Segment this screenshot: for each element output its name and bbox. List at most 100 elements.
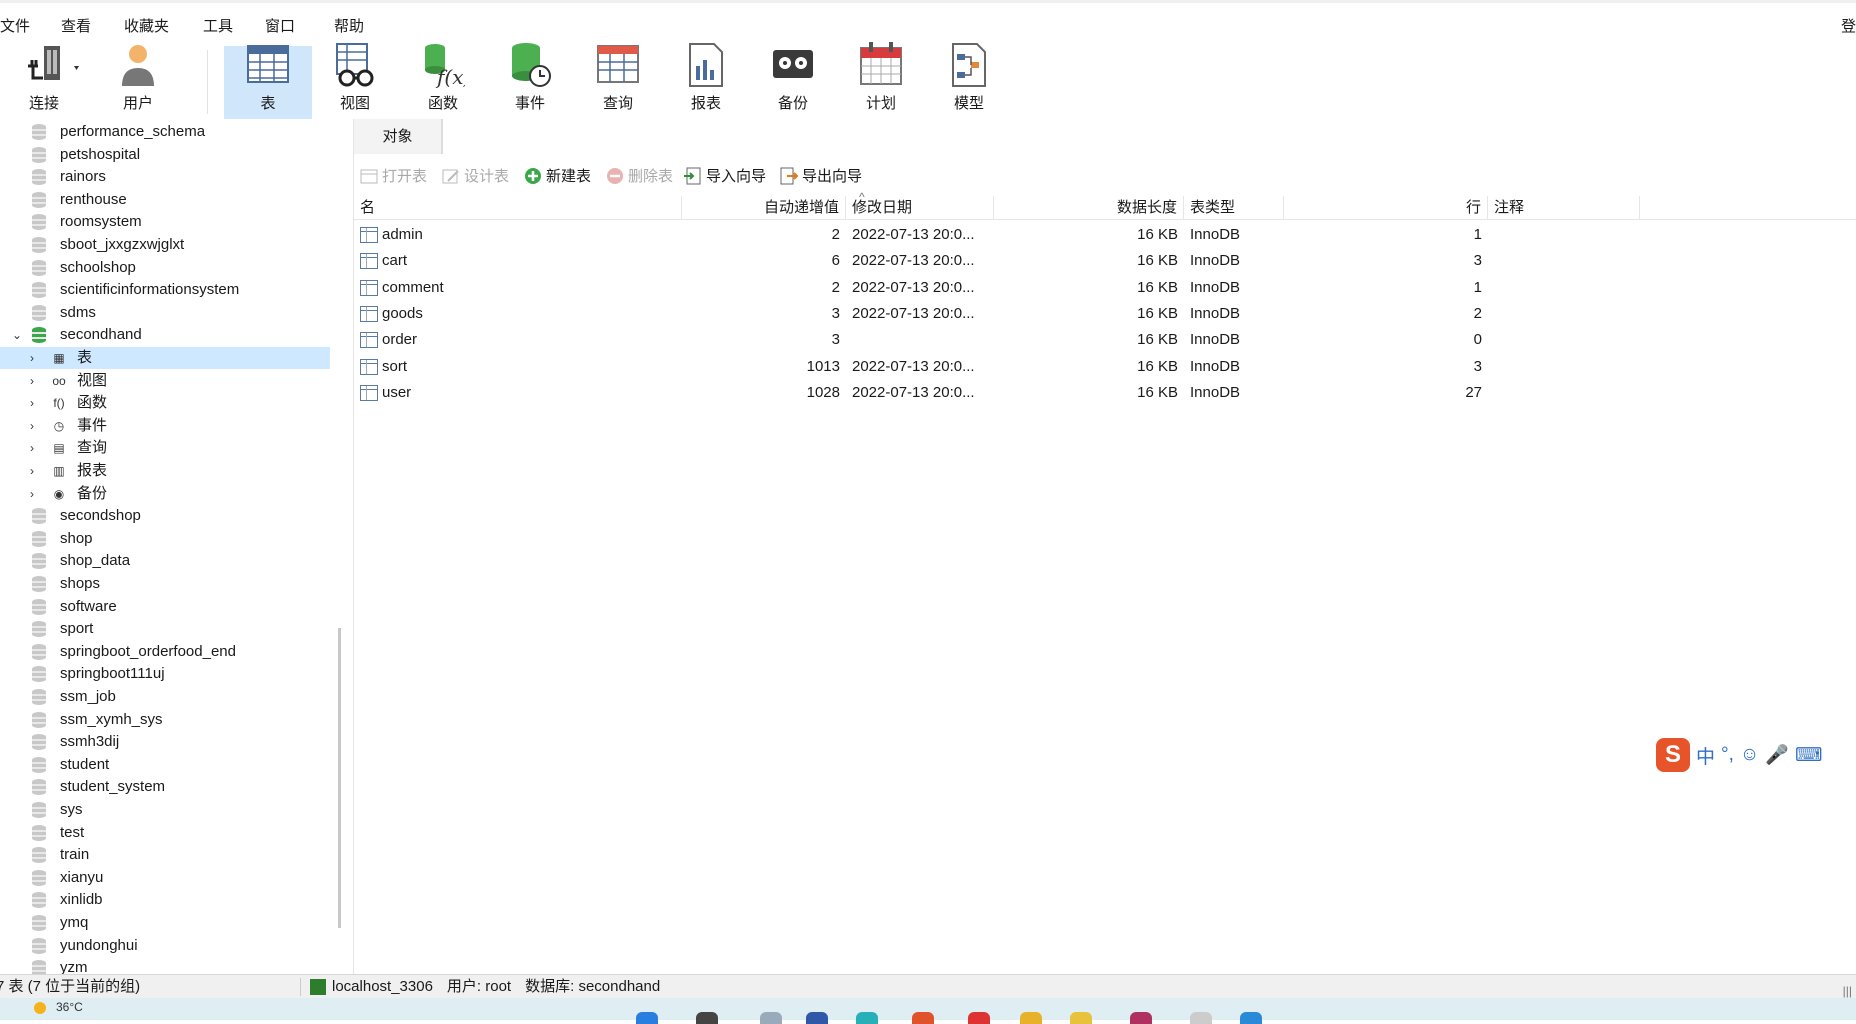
taskbar-app-icon[interactable] — [968, 1012, 990, 1024]
navicat-icon[interactable] — [1070, 1012, 1092, 1024]
chevron-right-icon[interactable]: › — [30, 415, 42, 437]
tree-object-group[interactable]: › ▦ 表 — [0, 347, 330, 369]
function-button[interactable]: f(x) 函数 — [408, 44, 478, 119]
report-button[interactable]: 报表 — [670, 43, 742, 119]
menu-window[interactable]: 窗口 — [265, 15, 295, 36]
tab-objects[interactable]: 对象 — [354, 119, 442, 154]
ime-mode[interactable]: 中 — [1696, 742, 1715, 769]
import-wizard-button[interactable]: 导入向导 — [684, 165, 766, 186]
tree-database-item[interactable]: springboot111uj — [0, 663, 330, 685]
backup-button[interactable]: 备份 — [758, 46, 828, 119]
tree-scrollbar[interactable] — [338, 628, 341, 928]
col-rows[interactable]: 行 — [1284, 196, 1488, 220]
taskbar-app-icon[interactable] — [760, 1012, 782, 1024]
tree-database-item[interactable]: performance_schema — [0, 121, 330, 143]
tree-object-group[interactable]: › ▤ 查询 — [0, 437, 330, 459]
table-row[interactable]: user 1028 2022-07-13 20:0... 16 KB InnoDB 27 — [354, 380, 1856, 406]
delete-table-button[interactable]: 删除表 — [606, 165, 673, 186]
col-name[interactable]: 名 — [354, 196, 682, 220]
taskbar-app-icon[interactable] — [806, 1012, 828, 1024]
tree-database-item[interactable]: yzm — [0, 957, 330, 974]
menu-view[interactable]: 查看 — [61, 15, 91, 36]
emoji-icon[interactable]: ☺ — [1740, 744, 1759, 766]
tree-object-group[interactable]: › ◷ 事件 — [0, 415, 330, 437]
tree-database-item[interactable]: renthouse — [0, 189, 330, 211]
table-row[interactable]: goods 3 2022-07-13 20:0... 16 KB InnoDB 2 — [354, 301, 1856, 327]
tree-object-group[interactable]: › ▥ 报表 — [0, 460, 330, 482]
microphone-icon[interactable]: 🎤 — [1765, 743, 1789, 767]
tree-database-item[interactable]: sboot_jxxgzxwjglxt — [0, 234, 330, 256]
keyboard-icon[interactable]: ⌨ — [1795, 744, 1822, 767]
tree-database-item[interactable]: scientificinformationsystem — [0, 279, 330, 301]
new-table-button[interactable]: 新建表 — [524, 165, 591, 186]
export-wizard-button[interactable]: 导出向导 — [780, 165, 862, 186]
tree-database-item[interactable]: train — [0, 844, 330, 866]
col-modified-date[interactable]: 修改日期 — [846, 196, 994, 220]
tree-object-group[interactable]: › ◉ 备份 — [0, 483, 330, 505]
tree-database-item[interactable]: petshospital — [0, 144, 330, 166]
menu-file[interactable]: 文件 — [0, 15, 30, 36]
folder-icon[interactable] — [1020, 1012, 1042, 1024]
tree-database-item[interactable]: rainors — [0, 166, 330, 188]
chevron-right-icon[interactable]: › — [30, 370, 42, 392]
taskbar-app-icon[interactable] — [1190, 1012, 1212, 1024]
chrome-icon[interactable] — [912, 1012, 934, 1024]
user-button[interactable]: 用户 — [100, 45, 176, 119]
table-row[interactable]: admin 2 2022-07-13 20:0... 16 KB InnoDB 1 — [354, 222, 1856, 248]
chevron-right-icon[interactable]: › — [30, 392, 42, 414]
design-table-button[interactable]: 设计表 — [442, 165, 509, 186]
taskbar-app-icon[interactable] — [1240, 1012, 1262, 1024]
tree-database-item[interactable]: yundonghui — [0, 935, 330, 957]
tree-database-item[interactable]: software — [0, 596, 330, 618]
ime-punct[interactable]: °, — [1721, 744, 1734, 766]
tree-database-item[interactable]: ssm_xymh_sys — [0, 709, 330, 731]
tree-database-item[interactable]: ssm_job — [0, 686, 330, 708]
tree-database-item[interactable]: test — [0, 822, 330, 844]
schedule-button[interactable]: 计划 — [846, 42, 916, 119]
model-button[interactable]: 模型 — [934, 43, 1004, 119]
tree-database-item[interactable]: student_system — [0, 776, 330, 798]
chevron-down-icon[interactable]: ⌄ — [12, 324, 24, 346]
view-button[interactable]: 视图 — [320, 43, 390, 119]
tree-database-open[interactable]: ⌄ secondhand — [0, 324, 330, 346]
chevron-right-icon[interactable]: › — [30, 483, 42, 505]
search-icon[interactable] — [696, 1012, 718, 1024]
tree-database-item[interactable]: shops — [0, 573, 330, 595]
tree-database-item[interactable]: secondshop — [0, 505, 330, 527]
table-button[interactable]: 表 — [224, 45, 312, 119]
tree-database-item[interactable]: xianyu — [0, 867, 330, 889]
table-row[interactable]: sort 1013 2022-07-13 20:0... 16 KB InnoDB 3 — [354, 354, 1856, 380]
start-icon[interactable] — [636, 1012, 658, 1024]
tree-database-item[interactable]: student — [0, 754, 330, 776]
connect-button[interactable]: 连接 — [0, 46, 88, 119]
tree-database-item[interactable]: roomsystem — [0, 211, 330, 233]
tree-database-item[interactable]: shop_data — [0, 550, 330, 572]
database-tree[interactable]: performance_schema petshospital rainors ren… — [0, 119, 330, 974]
table-row[interactable]: order 3 16 KB InnoDB 0 — [354, 327, 1856, 353]
chevron-right-icon[interactable]: › — [30, 437, 42, 459]
tree-object-group[interactable]: › oo 视图 — [0, 370, 330, 392]
tree-database-item[interactable]: schoolshop — [0, 257, 330, 279]
tree-splitter[interactable] — [330, 119, 354, 974]
col-comment[interactable]: 注释 — [1488, 196, 1640, 220]
query-button[interactable]: 查询 — [582, 45, 654, 119]
event-button[interactable]: 事件 — [494, 43, 566, 119]
menu-help[interactable]: 帮助 — [334, 15, 364, 36]
table-row[interactable]: cart 6 2022-07-13 20:0... 16 KB InnoDB 3 — [354, 248, 1856, 274]
tree-database-item[interactable]: springboot_orderfood_end — [0, 641, 330, 663]
col-table-type[interactable]: 表类型 — [1184, 196, 1284, 220]
login-link[interactable]: 登 — [1841, 15, 1856, 36]
menu-tools[interactable]: 工具 — [203, 15, 233, 36]
open-table-button[interactable]: 打开表 — [360, 165, 427, 186]
taskbar-app-icon[interactable] — [1130, 1012, 1152, 1024]
table-row[interactable]: comment 2 2022-07-13 20:0... 16 KB InnoDB 1 — [354, 275, 1856, 301]
chevron-right-icon[interactable]: › — [30, 460, 42, 482]
tree-database-item[interactable]: ssmh3dij — [0, 731, 330, 753]
tree-object-group[interactable]: › f() 函数 — [0, 392, 330, 414]
ime-toolbar[interactable]: S 中 °, ☺ 🎤 ⌨ — [1652, 736, 1856, 774]
col-data-length[interactable]: 数据长度 — [994, 196, 1184, 220]
tree-database-item[interactable]: shop — [0, 528, 330, 550]
tree-database-item[interactable]: sport — [0, 618, 330, 640]
menu-favorites[interactable]: 收藏夹 — [124, 15, 169, 36]
tree-database-item[interactable]: sys — [0, 799, 330, 821]
